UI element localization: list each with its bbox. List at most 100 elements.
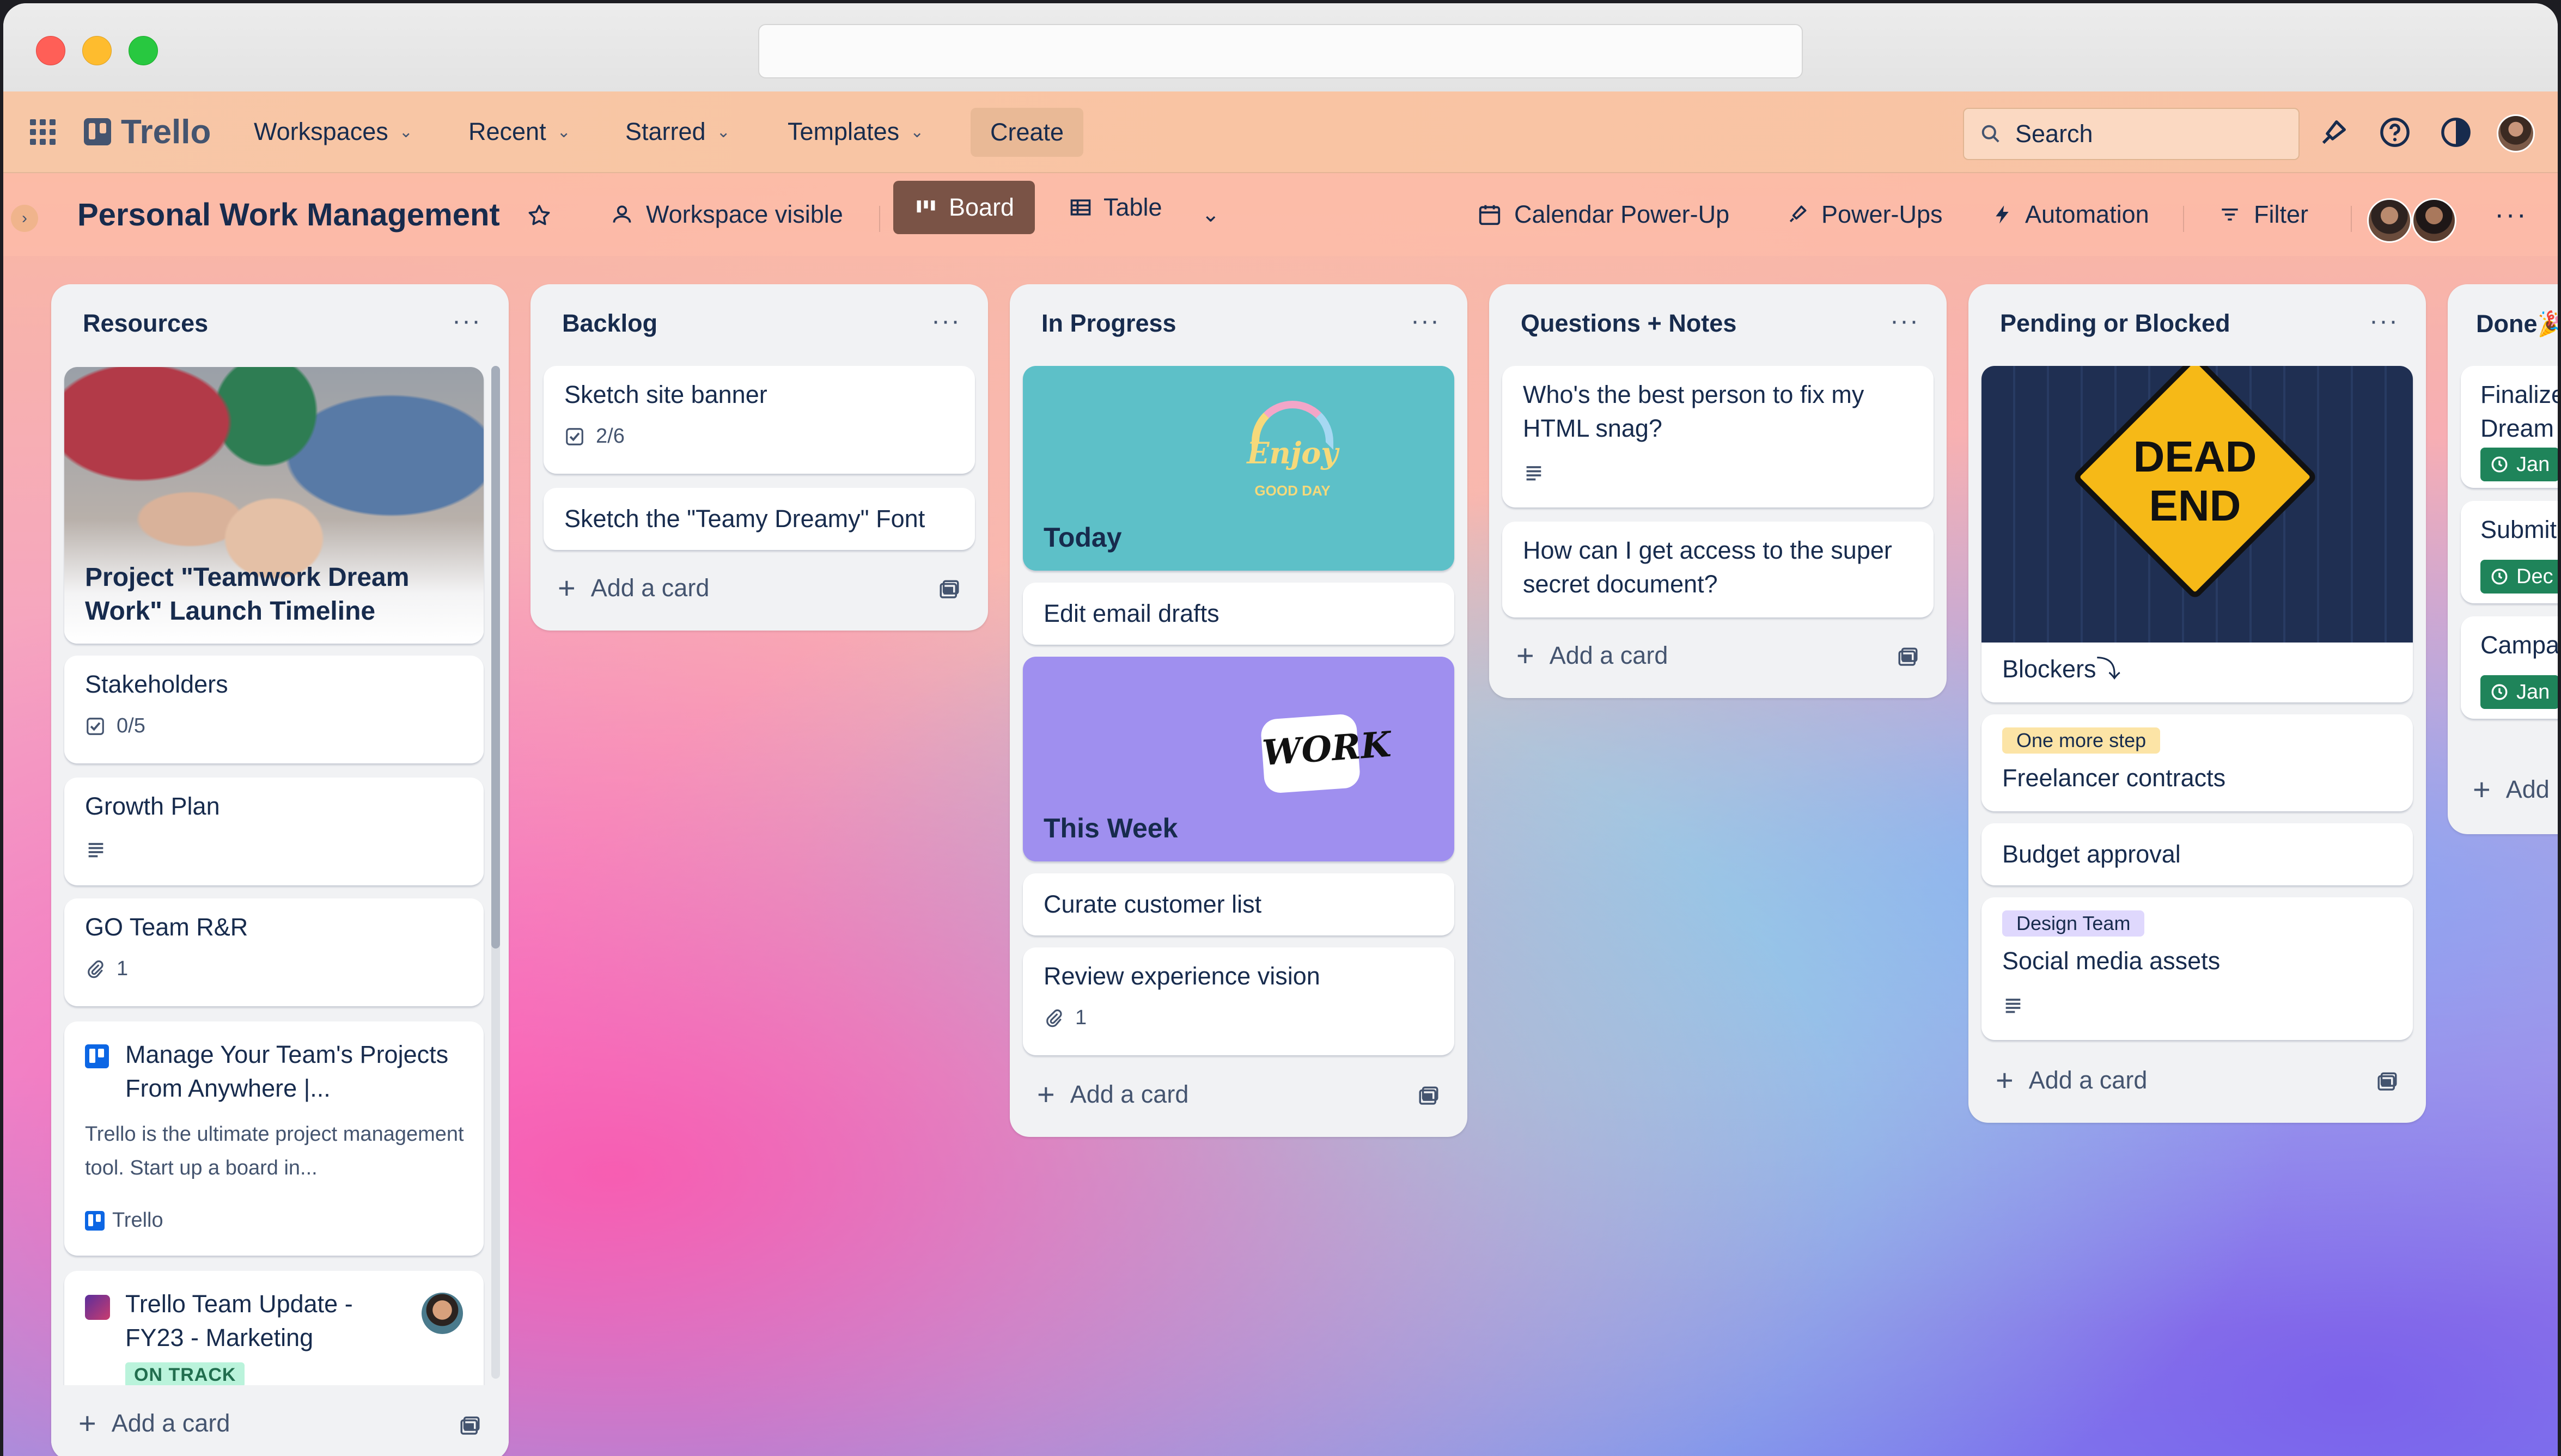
card-review-vision[interactable]: Review experience vision 1 [1023, 947, 1454, 1055]
address-bar[interactable] [758, 24, 1803, 78]
card-template-icon[interactable] [1897, 646, 1919, 669]
card-budget[interactable]: Budget approval [1981, 823, 2413, 885]
trello-logo[interactable]: Trello [84, 91, 211, 172]
sign-text: DEAD END [2108, 432, 2282, 530]
list-menu-button[interactable]: ··· [2369, 306, 2399, 336]
add-card-label: Add a card [1070, 1080, 1189, 1108]
enjoy-sticker: Enjoy GOOD DAY [1246, 401, 1339, 510]
star-icon[interactable] [526, 203, 552, 229]
card-social-media[interactable]: Design Team Social media assets [1981, 897, 2413, 1040]
workspaces-menu[interactable]: Workspaces ⌄ [254, 91, 413, 172]
search-input[interactable]: Search [1963, 108, 2300, 160]
board-view-icon [917, 200, 935, 213]
list-resources: Resources ··· Project "Teamwork Dream Wo… [51, 284, 509, 1456]
card-question-access[interactable]: How can I get access to the super secret… [1502, 522, 1934, 617]
card-title: Sketch site banner [564, 381, 767, 408]
card-finalize[interactable]: Finalize Dream Jan [2461, 366, 2558, 488]
list-menu-button[interactable]: ··· [452, 306, 481, 336]
card-template-icon[interactable] [2376, 1070, 2399, 1093]
list-menu-button[interactable]: ··· [1890, 306, 1919, 336]
sticker-text: GOOD DAY [1254, 482, 1331, 499]
card-campaign[interactable]: Campa Jan [2461, 616, 2558, 719]
chevron-down-icon: ⌄ [399, 123, 413, 141]
cover-image: DEAD END [1981, 366, 2413, 643]
card-title: Stakeholders [85, 670, 228, 698]
card-submit[interactable]: Submit Dec [2461, 501, 2558, 603]
user-avatar[interactable] [2497, 114, 2535, 152]
app-icon [85, 1295, 110, 1320]
automation-button[interactable]: Automation [1991, 173, 2149, 256]
card-email-drafts[interactable]: Edit email drafts [1023, 583, 1454, 645]
card-cover-timeline[interactable]: Project "Teamwork Dream Work" Launch Tim… [64, 367, 484, 644]
checklist-count: 0/5 [117, 714, 145, 737]
theme-toggle-icon[interactable] [2440, 117, 2472, 148]
board-view-tab[interactable]: Board [893, 181, 1035, 234]
list-scrollbar-thumb[interactable] [491, 366, 500, 949]
add-card-button[interactable]: + Add a card [1516, 640, 1668, 671]
description-icon [1526, 466, 1541, 481]
card-sketch-font[interactable]: Sketch the "Teamy Dreamy" Font [544, 488, 975, 550]
card-stakeholders[interactable]: Stakeholders 0/5 [64, 656, 484, 763]
card-manage-link[interactable]: Manage Your Team's Projects From Anywher… [64, 1021, 484, 1256]
card-go-team[interactable]: GO Team R&R 1 [64, 898, 484, 1006]
recent-menu[interactable]: Recent ⌄ [468, 91, 571, 172]
visibility-label: Workspace visible [646, 200, 843, 228]
close-window-button[interactable] [36, 36, 65, 65]
app-switcher-icon[interactable] [27, 91, 58, 172]
notifications-icon[interactable] [2318, 117, 2350, 148]
list-title[interactable]: In Progress [1041, 309, 1176, 338]
list-title[interactable]: Resources [83, 309, 208, 338]
list-header: Resources ··· [51, 284, 509, 360]
sign-text-top: DEAD [2133, 432, 2257, 481]
list-title[interactable]: Backlog [562, 309, 657, 338]
list-menu-button[interactable]: ··· [931, 306, 961, 336]
card-curate[interactable]: Curate customer list [1023, 873, 1454, 935]
member-avatar[interactable] [2412, 198, 2456, 243]
list-header: In Progress ··· [1010, 284, 1467, 360]
card-blockers[interactable]: DEAD END Blockers⤵ [1981, 366, 2413, 702]
more-views-button[interactable]: ⌄ [1202, 173, 1220, 256]
add-card-label: Add a card [111, 1409, 230, 1437]
zoom-window-button[interactable] [129, 36, 158, 65]
card-this-week[interactable]: WORK This Week [1023, 657, 1454, 861]
add-card-button[interactable]: + Add [2473, 774, 2550, 805]
filter-button[interactable]: Filter [2218, 173, 2308, 256]
card-title: How can I get access to the super secret… [1523, 536, 1892, 598]
card-sketch-banner[interactable]: Sketch site banner 2/6 [544, 366, 975, 474]
add-card-button[interactable]: + Add a card [1996, 1065, 2148, 1096]
card-freelancer[interactable]: One more step Freelancer contracts [1981, 714, 2413, 811]
checklist-count: 2/6 [596, 425, 625, 448]
card-today[interactable]: Enjoy GOOD DAY Today [1023, 366, 1454, 571]
window-titlebar [3, 3, 2558, 93]
minimize-window-button[interactable] [82, 36, 112, 65]
card-team-update[interactable]: Trello Team Update - FY23 - Marketing ON… [64, 1271, 484, 1385]
add-card-button[interactable]: + Add a card [1037, 1079, 1189, 1110]
board-title[interactable]: Personal Work Management [77, 173, 500, 256]
starred-menu[interactable]: Starred ⌄ [625, 91, 730, 172]
list-title[interactable]: Done🎉 [2476, 309, 2558, 338]
templates-menu[interactable]: Templates ⌄ [788, 91, 924, 172]
create-button[interactable]: Create [971, 108, 1084, 157]
add-card-label: Add a card [2028, 1066, 2148, 1094]
help-icon[interactable] [2379, 117, 2411, 148]
table-view-tab[interactable]: Table [1048, 181, 1183, 234]
card-template-icon[interactable] [1417, 1085, 1440, 1108]
card-question-html[interactable]: Who's the best person to fix my HTML sna… [1502, 366, 1934, 507]
board-menu-button[interactable]: ··· [2495, 173, 2528, 256]
list-menu-button[interactable]: ··· [1411, 306, 1440, 336]
card-template-icon[interactable] [938, 578, 961, 601]
add-card-button[interactable]: + Add a card [558, 573, 709, 603]
calendar-powerup-button[interactable]: Calendar Power-Up [1477, 173, 1729, 256]
table-view-icon [1070, 199, 1091, 216]
label-one-more-step: One more step [2002, 727, 2161, 754]
powerups-button[interactable]: Power-Ups [1785, 173, 1943, 256]
due-date-badge: Jan [2480, 675, 2558, 709]
list-title[interactable]: Questions + Notes [1521, 309, 1736, 338]
card-growth-plan[interactable]: Growth Plan [64, 778, 484, 885]
list-title[interactable]: Pending or Blocked [2000, 309, 2230, 338]
visibility-button[interactable]: Workspace visible [610, 173, 843, 256]
expand-sidebar-button[interactable]: › [11, 205, 38, 232]
add-card-button[interactable]: + Add a card [78, 1408, 230, 1439]
member-avatar[interactable] [2367, 198, 2412, 243]
card-template-icon[interactable] [459, 1415, 481, 1437]
